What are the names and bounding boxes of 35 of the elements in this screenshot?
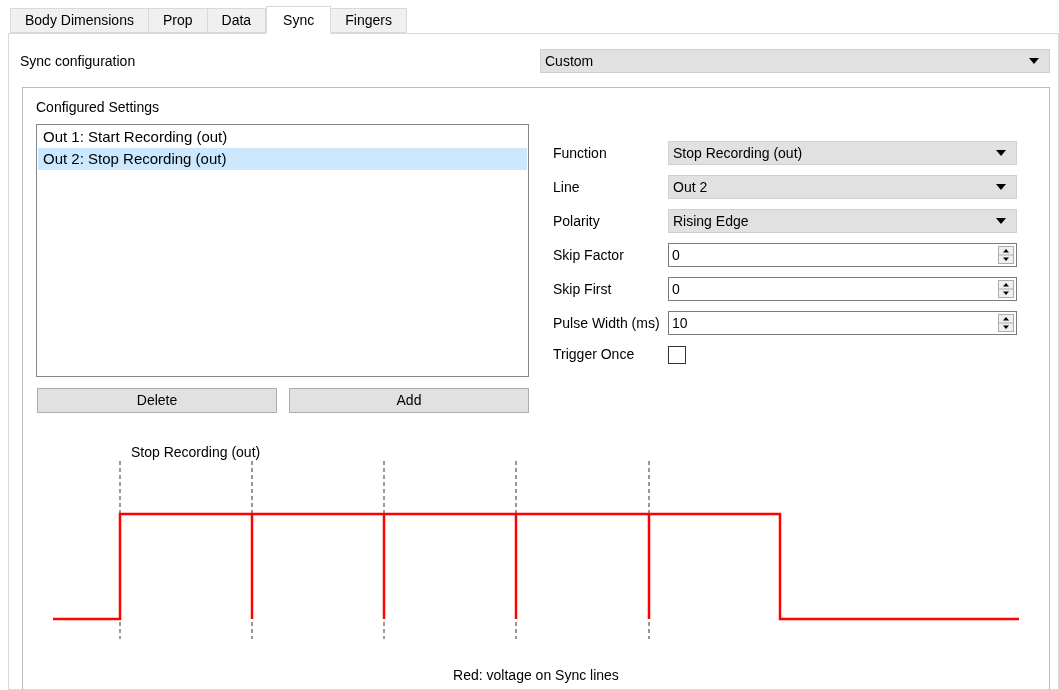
field-label: Trigger Once [553,345,636,364]
tab[interactable]: Body Dimensions [10,8,149,33]
dropdown[interactable]: Stop Recording (out) [668,141,1017,165]
field-label: Skip First [553,279,613,299]
dropdown[interactable]: Out 2 [668,175,1017,199]
spin-arrows-icon[interactable] [998,314,1014,332]
field-label: Pulse Width (ms) [553,313,661,333]
group-title: Configured Settings [36,98,160,114]
list-item[interactable]: Out 1: Start Recording (out) [38,126,527,148]
action-button[interactable]: Delete [37,388,277,413]
tab[interactable]: Sync [266,6,332,34]
caret-icon [996,150,1006,156]
tab[interactable]: Fingers [330,8,407,33]
tab[interactable]: Prop [147,8,208,33]
action-button[interactable]: Add [289,388,529,413]
dropdown[interactable]: Rising Edge [668,209,1017,233]
field-label: Polarity [553,211,601,231]
spin-arrows-icon[interactable] [998,246,1014,264]
caret-icon [996,218,1006,224]
spin-arrows-icon[interactable] [998,280,1014,298]
field-label: Line [553,177,581,197]
caret-icon [996,184,1006,190]
spin-field[interactable]: 0 [668,277,1017,301]
list-item[interactable]: Out 2: Stop Recording (out) [38,148,527,170]
tab[interactable]: Data [206,8,267,33]
field-label: Sync configuration [20,51,137,71]
dropdown[interactable]: Custom [540,49,1050,73]
diagram-caption: Red: voltage on Sync lines [453,666,619,685]
spin-field[interactable]: 10 [668,311,1017,335]
field-label: Skip Factor [553,245,625,265]
diagram-title: Stop Recording (out) [131,443,261,459]
caret-icon [1029,58,1039,64]
spin-field[interactable]: 0 [668,243,1017,267]
checkbox[interactable] [668,345,686,364]
field-label: Function [553,143,608,163]
